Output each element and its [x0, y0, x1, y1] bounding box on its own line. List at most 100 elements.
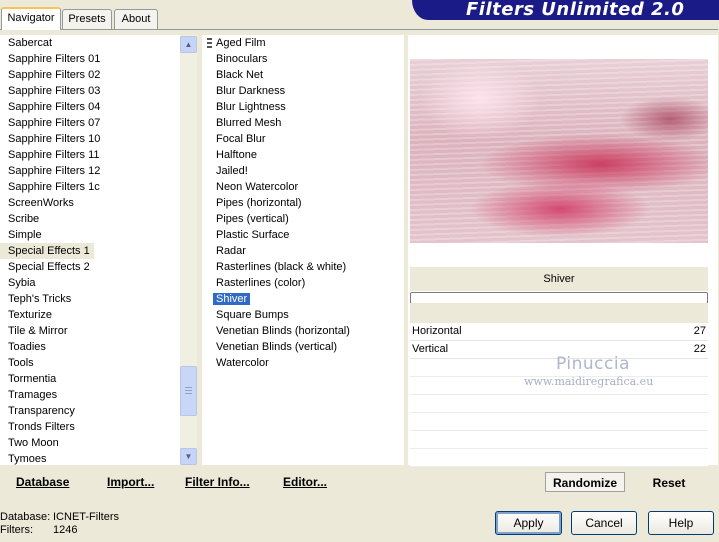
category-item[interactable]: Simple — [0, 227, 180, 243]
category-item[interactable]: Sybia — [0, 275, 180, 291]
filter-item-label: Plastic Surface — [216, 229, 290, 241]
filter-info-button[interactable]: Filter Info... — [185, 475, 250, 489]
scroll-up-button[interactable]: ▲ — [180, 36, 197, 53]
app-title: Filters Unlimited 2.0 — [466, 0, 685, 20]
category-item[interactable]: Scribe — [0, 211, 180, 227]
watermark-site: www.maidiregrafica.eu — [524, 375, 654, 388]
param-value[interactable]: 27 — [694, 323, 706, 340]
param-row-empty — [410, 413, 708, 431]
filter-item[interactable]: Blur Lightness — [202, 99, 404, 115]
category-item[interactable]: Sapphire Filters 07 — [0, 115, 180, 131]
filter-item-label: Focal Blur — [216, 133, 266, 145]
category-item[interactable]: Toadies — [0, 339, 180, 355]
param-label: Horizontal — [412, 325, 462, 337]
filter-item-label: Rasterlines (black & white) — [216, 261, 347, 273]
tab-about[interactable]: About — [114, 9, 158, 29]
filter-item[interactable]: Blurred Mesh — [202, 115, 404, 131]
filter-item-label: Radar — [216, 245, 246, 257]
category-item[interactable]: Tormentia — [0, 371, 180, 387]
filter-item-label: Neon Watercolor — [216, 181, 299, 193]
category-item[interactable]: Teph's Tricks — [0, 291, 180, 307]
category-item[interactable]: Special Effects 2 — [0, 259, 180, 275]
category-item[interactable]: Sapphire Filters 1c — [0, 179, 180, 195]
category-item[interactable]: Sabercat — [0, 35, 180, 51]
category-item[interactable]: Sapphire Filters 10 — [0, 131, 180, 147]
filter-item[interactable]: Blur Darkness — [202, 83, 404, 99]
filter-item[interactable]: Halftone — [202, 147, 404, 163]
filter-list[interactable]: Aged Film Binoculars Black Net Blur Darknes… — [202, 35, 404, 465]
category-item[interactable]: Sapphire Filters 02 — [0, 67, 180, 83]
filter-item[interactable]: Jailed! — [202, 163, 404, 179]
filters-count-value: 1246 — [53, 524, 78, 536]
database-button[interactable]: Database — [16, 475, 69, 489]
filter-item-label: Jailed! — [216, 165, 248, 177]
category-item[interactable]: Tile & Mirror — [0, 323, 180, 339]
param-row-horizontal[interactable]: Horizontal 27 — [410, 323, 708, 341]
param-label: Vertical — [412, 343, 449, 355]
filter-item-label: Square Bumps — [216, 309, 289, 321]
cancel-button[interactable]: Cancel — [571, 511, 637, 535]
filter-item-label: Shiver — [213, 293, 251, 305]
database-label: Database: — [0, 511, 51, 523]
category-item[interactable]: Sapphire Filters 03 — [0, 83, 180, 99]
param-row-empty — [410, 449, 708, 467]
chevron-up-icon: ▲ — [184, 40, 193, 49]
filter-item[interactable]: Rasterlines (black & white) — [202, 259, 404, 275]
scroll-down-button[interactable]: ▼ — [180, 448, 197, 465]
filter-item[interactable]: Venetian Blinds (vertical) — [202, 339, 404, 355]
category-item[interactable]: Tramages — [0, 387, 180, 403]
database-value: ICNET-Filters — [53, 511, 119, 523]
filter-item-label: Pipes (horizontal) — [216, 197, 302, 209]
filter-item-label: Venetian Blinds (vertical) — [216, 341, 338, 353]
category-scrollbar[interactable]: ▲ ▼ — [180, 35, 197, 465]
params-header — [410, 303, 708, 323]
category-item[interactable]: Tymoes — [0, 451, 180, 465]
category-item[interactable]: Tronds Filters — [0, 419, 180, 435]
category-item[interactable]: Sapphire Filters 11 — [0, 147, 180, 163]
category-item[interactable]: Tools — [0, 355, 180, 371]
category-item[interactable]: Texturize — [0, 307, 180, 323]
category-list[interactable]: Sabercat Sapphire Filters 01 Sapphire Filt… — [0, 35, 180, 465]
filter-item[interactable]: Venetian Blinds (horizontal) — [202, 323, 404, 339]
param-value[interactable]: 22 — [694, 341, 706, 358]
filter-item-label: Aged Film — [216, 37, 266, 49]
help-button[interactable]: Help — [648, 511, 714, 535]
filter-item[interactable]: Neon Watercolor — [202, 179, 404, 195]
filter-item[interactable]: Watercolor — [202, 355, 404, 371]
filter-item-label: Binoculars — [216, 53, 268, 65]
tab-presets[interactable]: Presets — [62, 9, 112, 29]
filter-item-label: Halftone — [216, 149, 257, 161]
filter-item[interactable]: Pipes (vertical) — [202, 211, 404, 227]
filter-item[interactable]: Pipes (horizontal) — [202, 195, 404, 211]
filter-item-label: Blurred Mesh — [216, 117, 282, 129]
filter-item[interactable]: Focal Blur — [202, 131, 404, 147]
filter-item[interactable]: Square Bumps — [202, 307, 404, 323]
filter-item[interactable]: Shiver — [202, 291, 404, 307]
reset-button[interactable]: Reset — [630, 472, 708, 492]
filter-name-label: Shiver — [543, 273, 575, 285]
apply-button[interactable]: Apply — [495, 511, 562, 535]
category-item[interactable]: Sapphire Filters 12 — [0, 163, 180, 179]
filter-item[interactable]: Black Net — [202, 67, 404, 83]
scroll-thumb[interactable] — [180, 366, 197, 416]
filter-item-label: Venetian Blinds (horizontal) — [216, 325, 350, 337]
filter-item-label: Watercolor — [216, 357, 269, 369]
category-item[interactable]: Two Moon — [0, 435, 180, 451]
category-item[interactable]: Sapphire Filters 04 — [0, 99, 180, 115]
param-row-empty — [410, 431, 708, 449]
chevron-down-icon: ▼ — [184, 452, 193, 461]
category-item[interactable]: ScreenWorks — [0, 195, 180, 211]
filter-item[interactable]: Radar — [202, 243, 404, 259]
filter-item[interactable]: Aged Film — [202, 35, 404, 51]
filter-item-label: Blur Darkness — [216, 85, 286, 97]
tab-navigator[interactable]: Navigator — [1, 7, 61, 30]
category-item[interactable]: Sapphire Filters 01 — [0, 51, 180, 67]
import-button[interactable]: Import... — [107, 475, 154, 489]
category-item[interactable]: Special Effects 1 — [0, 243, 94, 259]
filter-item[interactable]: Rasterlines (color) — [202, 275, 404, 291]
category-item[interactable]: Transparency — [0, 403, 180, 419]
filter-item[interactable]: Plastic Surface — [202, 227, 404, 243]
randomize-button[interactable]: Randomize — [545, 472, 625, 492]
filter-item[interactable]: Binoculars — [202, 51, 404, 67]
editor-button[interactable]: Editor... — [283, 475, 327, 489]
